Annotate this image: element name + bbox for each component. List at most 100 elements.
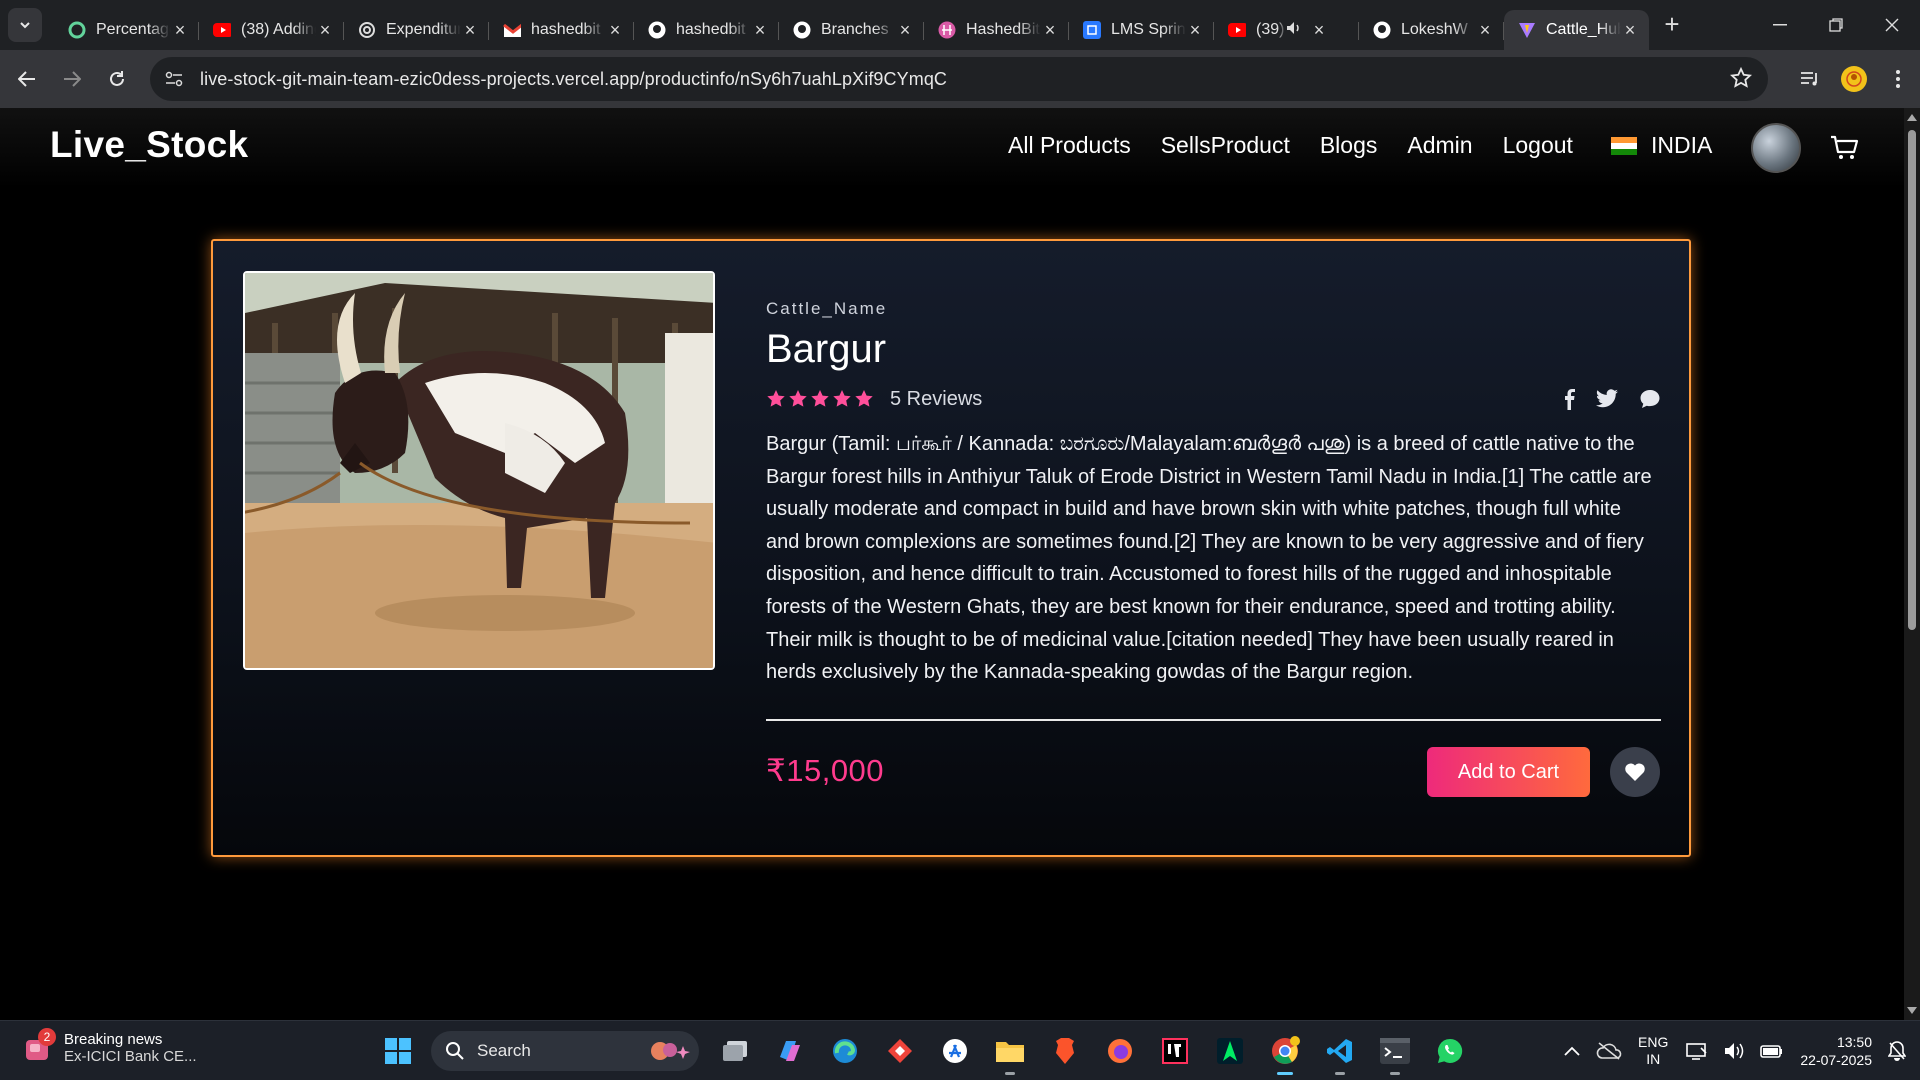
chrome-app[interactable]	[1263, 1029, 1307, 1075]
network-icon[interactable]	[1686, 1042, 1708, 1060]
arrow-right-icon	[64, 71, 81, 87]
whatsapp-app[interactable]	[1428, 1029, 1472, 1073]
user-avatar[interactable]	[1751, 123, 1801, 173]
close-icon[interactable]: ×	[606, 21, 624, 39]
product-name: Bargur	[766, 327, 887, 371]
news-widget[interactable]: 2 Breaking news Ex-ICICI Bank CE...	[24, 1028, 197, 1065]
close-window-icon[interactable]	[1864, 0, 1920, 50]
terminal-app[interactable]	[1373, 1029, 1417, 1075]
intellij-app[interactable]	[1153, 1029, 1197, 1073]
close-icon[interactable]: ×	[1041, 21, 1059, 39]
bookmark-star-icon[interactable]	[1729, 66, 1753, 94]
scroll-thumb[interactable]	[1908, 130, 1916, 630]
vscode-app[interactable]	[1318, 1029, 1362, 1075]
scroll-down-arrow-icon[interactable]	[1907, 1007, 1917, 1014]
tab-search-button[interactable]	[8, 8, 42, 42]
nav-admin[interactable]: Admin	[1407, 132, 1472, 159]
browser-tab[interactable]: LokeshW ×	[1359, 10, 1504, 50]
browser-tab[interactable]: HashedBit ×	[924, 10, 1069, 50]
notification-bell-icon[interactable]	[1888, 1041, 1906, 1061]
star-icon	[811, 390, 829, 407]
close-icon[interactable]: ×	[1476, 21, 1494, 39]
close-icon[interactable]: ×	[1621, 21, 1639, 39]
arrow-left-icon	[18, 71, 35, 87]
minimize-icon[interactable]	[1752, 0, 1808, 50]
browser-tab[interactable]: (38) Adding ×	[199, 10, 344, 50]
clock[interactable]: 13:50 22-07-2025	[1800, 1033, 1872, 1069]
site-logo[interactable]: Live_Stock	[50, 124, 248, 166]
scroll-up-arrow-icon[interactable]	[1907, 114, 1917, 121]
tab-title: Cattle_Hub	[1546, 21, 1621, 38]
onedrive-off-icon[interactable]	[1596, 1042, 1622, 1060]
facebook-icon[interactable]	[1563, 388, 1575, 415]
task-view-button[interactable]	[713, 1029, 757, 1073]
browser-tab[interactable]: (39) ×	[1214, 10, 1359, 50]
browser-toolbar: live-stock-git-main-team-ezic0dess-proje…	[0, 50, 1920, 108]
firefox-app[interactable]	[1098, 1029, 1142, 1073]
page-scrollbar[interactable]	[1904, 108, 1920, 1020]
app-store-app[interactable]	[933, 1029, 977, 1073]
language-indicator[interactable]: ENG IN	[1638, 1034, 1668, 1068]
new-tab-button[interactable]: +	[1657, 10, 1687, 40]
volume-icon[interactable]	[1724, 1042, 1744, 1060]
close-icon[interactable]: ×	[316, 21, 334, 39]
cart-icon[interactable]	[1830, 135, 1860, 166]
back-button[interactable]	[9, 61, 45, 97]
twitter-icon[interactable]	[1595, 389, 1619, 414]
brave-app[interactable]	[1043, 1029, 1087, 1073]
reload-button[interactable]	[99, 61, 135, 97]
restore-icon[interactable]	[1808, 0, 1864, 50]
browser-menu-icon[interactable]	[1876, 57, 1920, 101]
close-icon[interactable]: ×	[1186, 21, 1204, 39]
clock-date: 22-07-2025	[1800, 1052, 1872, 1068]
profile-button[interactable]	[1832, 57, 1876, 101]
close-icon[interactable]: ×	[896, 21, 914, 39]
site-info-icon[interactable]	[156, 61, 192, 97]
close-icon[interactable]: ×	[751, 21, 769, 39]
lms-icon	[1083, 21, 1101, 39]
anydesk-app[interactable]	[878, 1029, 922, 1073]
browser-tab[interactable]: hashedbit ×	[489, 10, 634, 50]
country-selector[interactable]: INDIA	[1610, 132, 1712, 159]
product-label: Cattle_Name	[766, 299, 888, 318]
comment-icon[interactable]	[1639, 389, 1661, 414]
language-code: ENG	[1638, 1034, 1669, 1050]
compass-icon	[1217, 1038, 1243, 1064]
nav-logout[interactable]: Logout	[1503, 132, 1573, 159]
chevron-up-icon[interactable]	[1564, 1046, 1580, 1056]
product-image	[243, 271, 715, 670]
browser-tab[interactable]: hashedbit ×	[634, 10, 779, 50]
edge-icon	[833, 1039, 857, 1063]
news-title: Breaking news	[64, 1031, 163, 1048]
close-icon[interactable]: ×	[461, 21, 479, 39]
address-bar[interactable]: live-stock-git-main-team-ezic0dess-proje…	[150, 57, 1768, 101]
file-explorer-app[interactable]	[988, 1029, 1032, 1075]
speaker-icon[interactable]	[1286, 21, 1302, 40]
add-to-cart-button[interactable]: Add to Cart	[1427, 747, 1590, 797]
media-controls-icon[interactable]	[1788, 57, 1832, 101]
wishlist-button[interactable]	[1610, 747, 1660, 797]
close-icon[interactable]: ×	[171, 21, 189, 39]
github-icon	[1373, 21, 1391, 39]
close-icon[interactable]: ×	[1310, 21, 1328, 39]
browser-tab[interactable]: LMS Sprint ×	[1069, 10, 1214, 50]
news-badge: 2	[38, 1028, 56, 1046]
review-count[interactable]: 5 Reviews	[890, 388, 982, 411]
browser-tab-active[interactable]: Cattle_Hub ×	[1504, 10, 1649, 50]
intellij-icon	[1162, 1038, 1188, 1064]
battery-icon[interactable]	[1760, 1043, 1784, 1059]
nav-sells-product[interactable]: SellsProduct	[1161, 132, 1290, 159]
forward-button[interactable]	[54, 61, 90, 97]
browser-tab[interactable]: Percentage ×	[54, 10, 199, 50]
browser-tab[interactable]: Branches ×	[779, 10, 924, 50]
github-icon	[648, 21, 666, 39]
mongodb-compass-app[interactable]	[1208, 1029, 1252, 1073]
edge-app[interactable]	[823, 1029, 867, 1073]
profile-avatar-icon	[1841, 66, 1867, 92]
start-button[interactable]	[376, 1029, 420, 1073]
nav-all-products[interactable]: All Products	[1008, 132, 1131, 159]
browser-tab[interactable]: Expenditure ×	[344, 10, 489, 50]
taskbar-search[interactable]: Search	[431, 1031, 699, 1071]
nav-blogs[interactable]: Blogs	[1320, 132, 1378, 159]
copilot-app[interactable]	[768, 1029, 812, 1073]
